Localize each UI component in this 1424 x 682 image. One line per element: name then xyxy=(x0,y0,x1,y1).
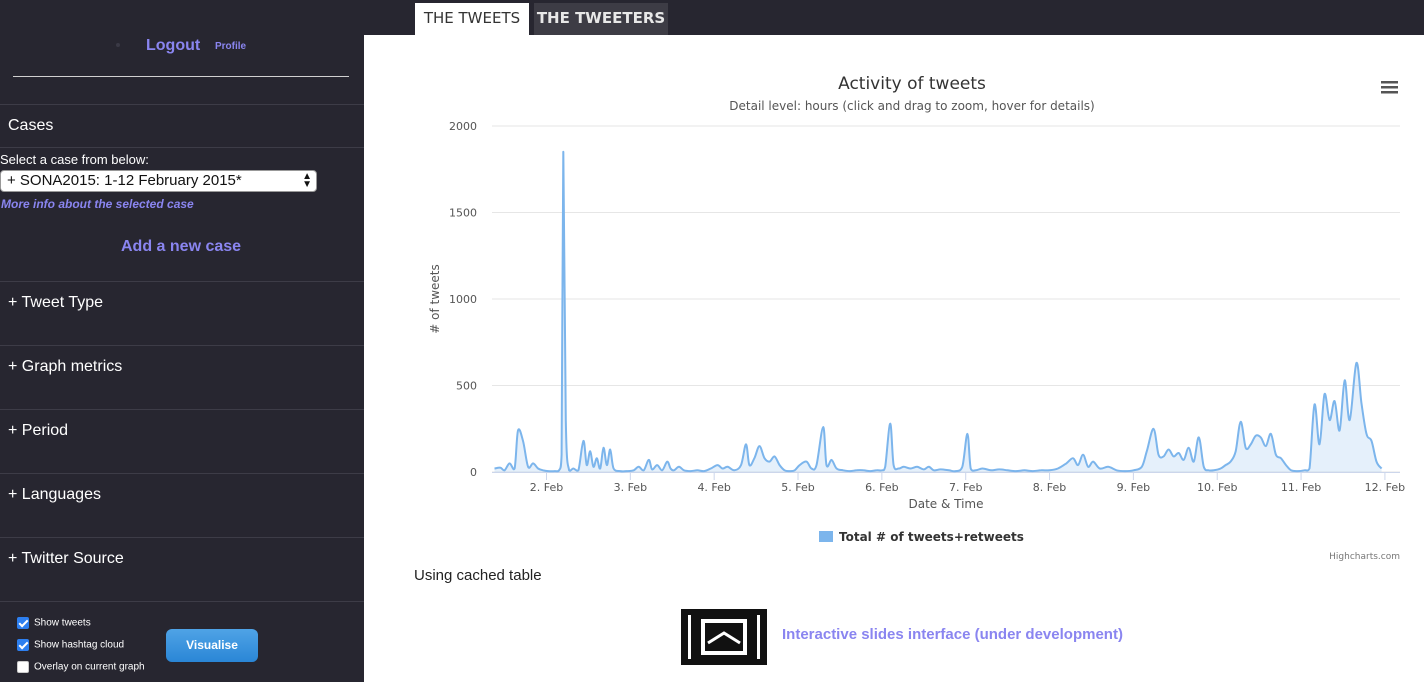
more-info-link[interactable]: More info about the selected case xyxy=(1,197,194,211)
x-tick-label: 2. Feb xyxy=(530,481,563,494)
slides-interface-link[interactable]: Interactive slides interface (under deve… xyxy=(782,626,1123,643)
chart-title: Activity of tweets xyxy=(838,74,986,94)
y-tick-label: 0 xyxy=(470,466,477,479)
series-area xyxy=(494,151,1382,472)
visualise-button[interactable]: Visualise xyxy=(166,629,258,662)
section-graph-metrics[interactable]: + Graph metrics xyxy=(8,358,122,376)
x-tick-label: 10. Feb xyxy=(1197,481,1237,494)
legend[interactable]: Total # of tweets+retweets xyxy=(819,530,1024,544)
tweet-activity-chart[interactable]: Activity of tweets Detail level: hours (… xyxy=(364,35,1424,570)
chart-grid xyxy=(492,125,1400,473)
chart-subtitle: Detail level: hours (click and drag to z… xyxy=(729,99,1094,113)
y-tick-label: 2000 xyxy=(449,120,477,133)
divider xyxy=(0,601,364,602)
checkbox-show-hashtag-cloud[interactable] xyxy=(17,639,29,651)
cases-title: Cases xyxy=(8,117,54,134)
option-label: Overlay on current graph xyxy=(34,661,145,673)
hamburger-menu-icon[interactable] xyxy=(1381,81,1398,94)
user-dot-icon xyxy=(116,43,120,47)
divider xyxy=(0,409,364,410)
divider xyxy=(0,345,364,346)
x-tick-label: 3. Feb xyxy=(614,481,647,494)
y-tick-label: 500 xyxy=(456,380,477,393)
x-tick-label: 12. Feb xyxy=(1365,481,1405,494)
divider xyxy=(0,147,364,148)
section-languages[interactable]: + Languages xyxy=(8,486,101,504)
y-tick-label: 1000 xyxy=(449,293,477,306)
checkbox-show-tweets[interactable] xyxy=(17,617,29,629)
series-line[interactable] xyxy=(494,150,1383,473)
section-tweet-type[interactable]: + Tweet Type xyxy=(8,294,103,312)
sidebar: Logout Profile Cases Select a case from … xyxy=(0,35,364,682)
option-show-hashtag-cloud[interactable]: Show hashtag cloud xyxy=(17,639,124,653)
add-case-link[interactable]: Add a new case xyxy=(121,238,241,256)
x-tick-label: 7. Feb xyxy=(949,481,982,494)
checkbox-overlay[interactable] xyxy=(17,661,29,673)
section-twitter-source[interactable]: + Twitter Source xyxy=(8,550,124,568)
divider xyxy=(0,537,364,538)
logout-link[interactable]: Logout xyxy=(146,37,200,55)
x-tick-label: 6. Feb xyxy=(865,481,898,494)
credits-link[interactable]: Highcharts.com xyxy=(1329,552,1400,562)
x-tick-label: 9. Feb xyxy=(1117,481,1150,494)
x-tick-label: 4. Feb xyxy=(697,481,730,494)
option-label: Show tweets xyxy=(34,617,91,629)
option-overlay[interactable]: Overlay on current graph xyxy=(17,661,145,675)
divider xyxy=(0,104,364,105)
case-select-label: Select a case from below: xyxy=(0,152,149,167)
legend-item[interactable]: Total # of tweets+retweets xyxy=(839,530,1024,544)
tab-the-tweets[interactable]: THE TWEETS xyxy=(415,3,529,35)
option-label: Show hashtag cloud xyxy=(34,639,125,651)
x-tick-label: 5. Feb xyxy=(781,481,814,494)
x-axis-ticks: 2. Feb 3. Feb 4. Feb 5. Feb 6. Feb 7. Feb 8. F… xyxy=(530,472,1405,494)
legend-swatch xyxy=(819,531,833,542)
option-show-tweets[interactable]: Show tweets xyxy=(17,617,91,631)
x-tick-label: 11. Feb xyxy=(1281,481,1321,494)
divider xyxy=(13,76,349,77)
y-axis-label: # of tweets xyxy=(428,264,442,334)
case-select-value: + SONA2015: 1-12 February 2015* xyxy=(7,172,242,189)
x-axis-label: Date & Time xyxy=(908,497,983,511)
divider xyxy=(0,281,364,282)
profile-link[interactable]: Profile xyxy=(215,41,246,52)
y-tick-label: 1500 xyxy=(449,207,477,220)
top-bar: THE TWEETS THE TWEETERS xyxy=(0,0,1424,35)
x-tick-label: 8. Feb xyxy=(1033,481,1066,494)
divider xyxy=(0,473,364,474)
case-select[interactable]: + SONA2015: 1-12 February 2015* ▲ ▼ xyxy=(0,170,317,192)
slides-icon[interactable] xyxy=(681,609,767,665)
cached-table-note: Using cached table xyxy=(414,567,542,584)
y-axis-ticks: 0 500 1000 1500 2000 xyxy=(449,120,477,479)
section-period[interactable]: + Period xyxy=(8,422,68,440)
tab-the-tweeters[interactable]: THE TWEETERS xyxy=(534,3,668,35)
select-arrows-icon: ▲ ▼ xyxy=(302,171,312,190)
